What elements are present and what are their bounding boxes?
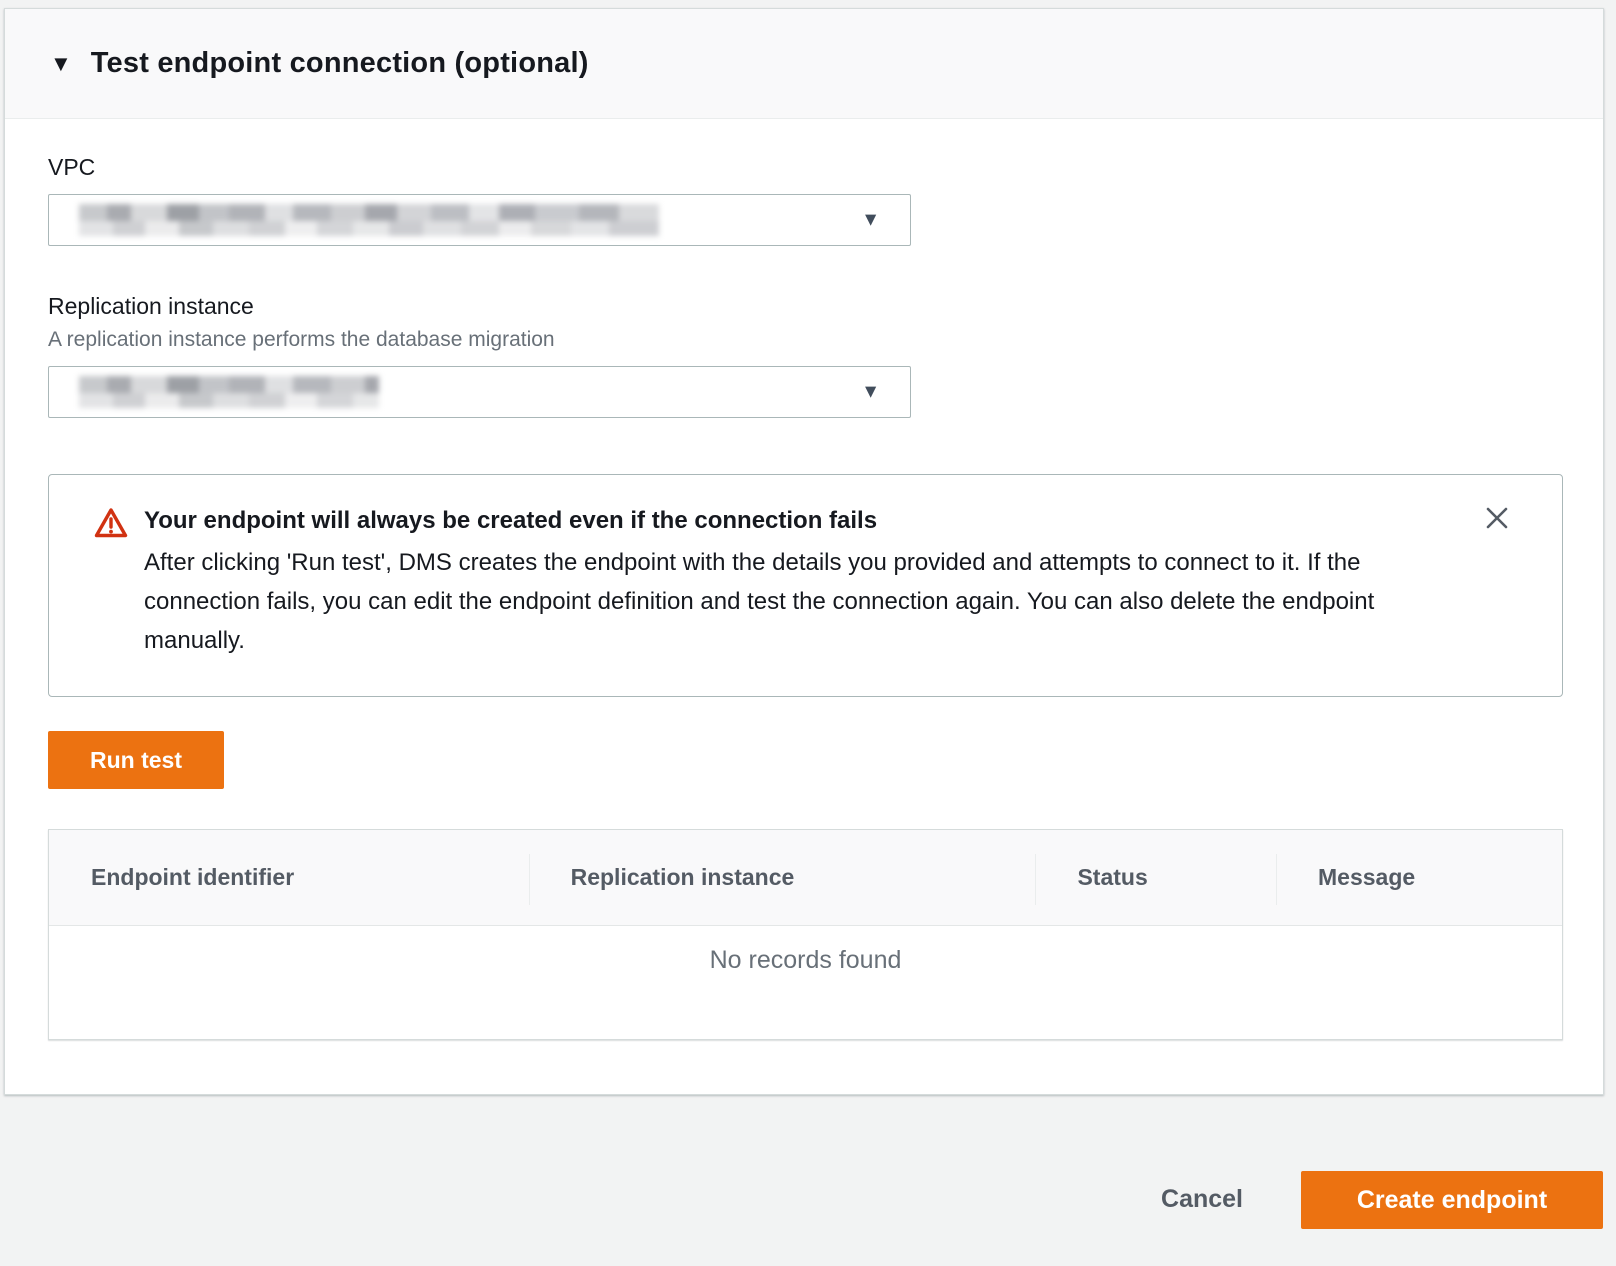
replication-instance-field: Replication instance A replication insta… xyxy=(48,292,1563,418)
caret-down-icon: ▼ xyxy=(50,53,72,75)
test-endpoint-connection-panel: ▼ Test endpoint connection (optional) VP… xyxy=(4,8,1604,1095)
table-empty-state: No records found xyxy=(49,926,1562,1039)
warning-alert: Your endpoint will always be created eve… xyxy=(48,474,1563,697)
column-header-message: Message xyxy=(1276,830,1562,925)
replication-instance-redacted-value xyxy=(79,376,379,408)
panel-header-toggle[interactable]: ▼ Test endpoint connection (optional) xyxy=(5,9,1603,119)
replication-instance-select[interactable]: ▼ xyxy=(48,366,911,418)
table-header-row: Endpoint identifier Replication instance… xyxy=(49,830,1562,926)
vpc-field: VPC ▼ xyxy=(48,153,1563,246)
vpc-select[interactable]: ▼ xyxy=(48,194,911,246)
replication-instance-select-caret-icon: ▼ xyxy=(861,383,880,402)
panel-body: VPC ▼ Replication instance A replication… xyxy=(5,119,1603,1094)
close-icon[interactable] xyxy=(1480,501,1514,535)
vpc-redacted-value xyxy=(79,204,659,236)
alert-content: Your endpoint will always be created eve… xyxy=(144,505,1412,660)
vpc-label: VPC xyxy=(48,153,1563,181)
create-endpoint-button[interactable]: Create endpoint xyxy=(1301,1171,1603,1229)
alert-body: After clicking 'Run test', DMS creates t… xyxy=(144,543,1412,660)
replication-instance-description: A replication instance performs the data… xyxy=(48,327,1563,353)
connection-results-table: Endpoint identifier Replication instance… xyxy=(48,829,1563,1040)
cancel-button[interactable]: Cancel xyxy=(1141,1171,1263,1228)
replication-instance-label: Replication instance xyxy=(48,292,1563,320)
vpc-select-caret-icon: ▼ xyxy=(861,211,880,230)
run-test-button[interactable]: Run test xyxy=(48,731,224,789)
form-actions-footer: Cancel Create endpoint xyxy=(0,1095,1616,1253)
column-header-endpoint-identifier: Endpoint identifier xyxy=(49,830,529,925)
page-title: Test endpoint connection (optional) xyxy=(91,47,589,80)
column-header-status: Status xyxy=(1035,830,1276,925)
warning-triangle-icon xyxy=(94,507,128,544)
alert-title: Your endpoint will always be created eve… xyxy=(144,505,1412,537)
column-header-replication-instance: Replication instance xyxy=(529,830,1036,925)
